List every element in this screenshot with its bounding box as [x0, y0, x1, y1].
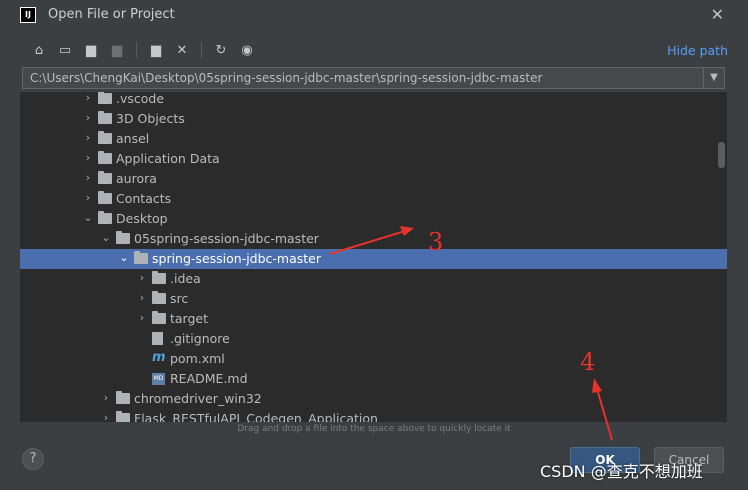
chevron-right-icon[interactable]: › — [136, 311, 148, 324]
folder-icon — [98, 131, 112, 144]
tree-row[interactable]: › 3D Objects — [20, 109, 727, 129]
chevron-right-icon[interactable]: › — [82, 92, 94, 104]
tree-row[interactable]: › Contacts — [20, 189, 727, 209]
tree-row[interactable]: ⌄ 05spring-session-jdbc-master — [20, 229, 727, 249]
folder-icon — [116, 411, 130, 422]
tree-scrollbar-thumb[interactable] — [718, 142, 725, 168]
close-icon[interactable]: ✕ — [711, 5, 724, 24]
folder-icon — [98, 111, 112, 124]
chevron-right-icon[interactable]: › — [136, 291, 148, 304]
tree-row-label: 05spring-session-jdbc-master — [134, 231, 319, 246]
folder-icon — [116, 391, 130, 404]
tree-row-label: aurora — [116, 171, 157, 186]
tree-row-label: README.md — [170, 371, 248, 386]
chevron-right-icon[interactable]: › — [82, 151, 94, 164]
tree-row-label: src — [170, 291, 189, 306]
tree-row-label: Flask_RESTfulAPI_Codegen_Application — [134, 411, 378, 422]
chevron-right-icon[interactable]: › — [82, 191, 94, 204]
tree-row-label: 3D Objects — [116, 111, 185, 126]
delete-icon[interactable]: ✕ — [169, 40, 195, 60]
chevron-right-icon[interactable]: › — [82, 171, 94, 184]
tree-row-label: pom.xml — [170, 351, 225, 366]
tree-row-label: .vscode — [116, 92, 165, 106]
chevron-right-icon[interactable]: › — [82, 131, 94, 144]
tree-row-label: Application Data — [116, 151, 220, 166]
tree-row[interactable]: › chromedriver_win32 — [20, 389, 727, 409]
intellij-app-icon: IJ — [20, 7, 36, 23]
chevron-right-icon[interactable]: › — [100, 391, 112, 404]
home-icon[interactable]: ⌂ — [26, 40, 52, 60]
chevron-down-icon[interactable]: ⌄ — [118, 251, 130, 264]
folder-icon — [98, 191, 112, 204]
file-icon — [152, 332, 163, 345]
tree-row[interactable]: › aurora — [20, 169, 727, 189]
tree-row-label: spring-session-jdbc-master — [152, 251, 322, 266]
drag-drop-hint: Drag and drop a file into the space abov… — [237, 424, 511, 434]
module-folder-icon[interactable]: ▆ — [104, 40, 130, 60]
tree-row[interactable]: › Flask_RESTfulAPI_Codegen_Application — [20, 409, 727, 422]
folder-icon — [152, 291, 166, 304]
toolbar-separator — [136, 42, 137, 58]
tree-row[interactable]: › .idea — [20, 269, 727, 289]
tree-row[interactable]: ⌄ Desktop — [20, 209, 727, 229]
csdn-watermark: CSDN @查克不想加班 — [540, 462, 703, 481]
tree-row-label: target — [170, 311, 209, 326]
toolbar-separator — [201, 42, 202, 58]
tree-row[interactable]: ⌄ spring-session-jdbc-master — [20, 249, 727, 269]
tree-row[interactable]: m pom.xml — [20, 349, 727, 369]
path-input[interactable]: C:\Users\ChengKai\Desktop\05spring-sessi… — [22, 67, 725, 89]
tree-row[interactable]: › target — [20, 309, 727, 329]
tree-row-label: ansel — [116, 131, 150, 146]
desktop-icon[interactable]: ▭ — [52, 40, 78, 60]
folder-icon — [98, 211, 112, 224]
file-tree[interactable]: › .vscode › 3D Objects › ansel › Application Da… — [20, 92, 727, 422]
help-button[interactable]: ? — [22, 448, 44, 470]
folder-icon — [152, 271, 166, 284]
tree-row[interactable]: MD README.md — [20, 369, 727, 389]
tree-row[interactable]: › src — [20, 289, 727, 309]
tree-row-label: .idea — [170, 271, 201, 286]
chevron-right-icon[interactable]: › — [136, 271, 148, 284]
path-input-value: C:\Users\ChengKai\Desktop\05spring-sessi… — [30, 71, 543, 85]
markdown-file-icon: MD — [152, 373, 165, 385]
tree-row[interactable]: › .vscode — [20, 92, 727, 109]
annotation-step-4: 4 — [580, 348, 596, 376]
maven-file-icon: m — [152, 350, 166, 365]
show-hidden-icon[interactable]: ◉ — [234, 40, 260, 60]
title-bar: IJ Open File or Project ✕ — [0, 0, 748, 30]
chevron-down-icon[interactable]: ⌄ — [82, 211, 94, 224]
chevron-down-icon[interactable]: ⌄ — [100, 231, 112, 244]
folder-icon — [152, 311, 166, 324]
tree-row[interactable]: .gitignore — [20, 329, 727, 349]
chevron-right-icon[interactable]: › — [82, 111, 94, 124]
project-folder-icon[interactable]: ▆ — [78, 40, 104, 60]
annotation-step-3: 3 — [428, 228, 444, 256]
project-folder-icon — [134, 251, 148, 264]
tree-row-label: Contacts — [116, 191, 172, 206]
folder-icon — [116, 231, 130, 244]
chevron-down-icon[interactable]: ▼ — [703, 68, 724, 88]
open-file-dialog: IJ Open File or Project ✕ ⌂ ▭ ▆ ▆ ▆ ✕ ↻ … — [0, 0, 748, 490]
dialog-title: Open File or Project — [48, 7, 175, 22]
chevron-right-icon[interactable]: › — [100, 411, 112, 422]
tree-row-label: chromedriver_win32 — [134, 391, 262, 406]
new-folder-icon[interactable]: ▆ — [143, 40, 169, 60]
tree-row[interactable]: › ansel — [20, 129, 727, 149]
refresh-icon[interactable]: ↻ — [208, 40, 234, 60]
folder-icon — [98, 171, 112, 184]
tree-row-label: .gitignore — [170, 331, 230, 346]
hide-path-link[interactable]: Hide path — [667, 43, 728, 58]
toolbar: ⌂ ▭ ▆ ▆ ▆ ✕ ↻ ◉ — [26, 40, 260, 60]
folder-link-icon — [98, 151, 112, 164]
tree-row-label: Desktop — [116, 211, 168, 226]
folder-icon — [98, 92, 112, 104]
tree-row[interactable]: › Application Data — [20, 149, 727, 169]
